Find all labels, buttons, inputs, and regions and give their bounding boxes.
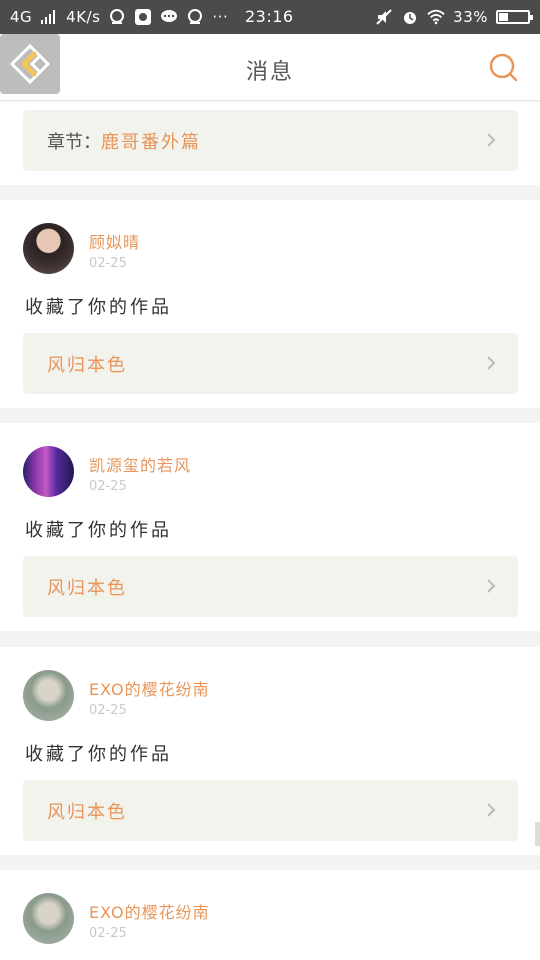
- action-text: 收藏了你的作品: [25, 744, 172, 765]
- chevron-right-icon: [487, 803, 496, 817]
- more-notifications-icon: ···: [212, 8, 229, 26]
- message-item: 顾姒晴 02-25 收藏了你的作品 风归本色: [0, 200, 540, 408]
- chevron-right-icon: [487, 579, 496, 593]
- message-date: 02-25: [89, 926, 127, 941]
- qq-icon-2: [186, 8, 204, 26]
- chapter-label: 章节：: [47, 131, 101, 153]
- status-right: 33%: [375, 8, 533, 26]
- scrollbar[interactable]: [535, 822, 540, 846]
- clock: 23:16: [245, 7, 294, 26]
- avatar[interactable]: [23, 223, 74, 274]
- status-bar: 4G 4K/s ··· 23:16 33%: [0, 0, 540, 34]
- chevron-right-icon: [487, 133, 496, 147]
- status-left: 4G 4K/s ···: [10, 8, 228, 26]
- work-title: 风归本色: [47, 354, 127, 376]
- message-item: 凯源玺的若风 02-25 收藏了你的作品 风归本色: [0, 423, 540, 631]
- page-title: 消息: [245, 60, 294, 85]
- signal-bars-icon: [40, 8, 58, 26]
- work-link[interactable]: 风归本色: [23, 780, 518, 841]
- alarm-icon: [401, 8, 419, 26]
- action-text: 收藏了你的作品: [25, 297, 172, 318]
- work-title: 风归本色: [47, 801, 127, 823]
- mute-icon: [375, 8, 393, 26]
- app-notification-icon: [134, 8, 152, 26]
- battery-level: [499, 13, 508, 21]
- chapter-link[interactable]: 章节： 鹿哥番外篇: [23, 110, 518, 171]
- message-date: 02-25: [89, 479, 127, 494]
- work-link[interactable]: 风归本色: [23, 556, 518, 617]
- username[interactable]: 凯源玺的若风: [89, 452, 191, 476]
- network-type: 4G: [10, 8, 33, 26]
- qq-icon: [108, 8, 126, 26]
- message-date: 02-25: [89, 703, 127, 718]
- chevron-right-icon: [487, 356, 496, 370]
- work-link[interactable]: 风归本色: [23, 333, 518, 394]
- message-item: EXO的樱花纷南 02-25 收藏了你的作品 风归本色: [0, 647, 540, 855]
- message-date: 02-25: [89, 256, 127, 271]
- battery-percent: 33%: [453, 8, 488, 26]
- search-icon[interactable]: [488, 52, 518, 82]
- avatar[interactable]: [23, 446, 74, 497]
- avatar[interactable]: [23, 893, 74, 944]
- battery-icon: [496, 10, 533, 24]
- username[interactable]: 顾姒晴: [89, 229, 140, 253]
- header: 消息: [0, 34, 540, 101]
- chapter-value: 鹿哥番外篇: [101, 131, 201, 153]
- network-speed: 4K/s: [66, 8, 101, 26]
- message-item: EXO的樱花纷南 02-25: [0, 870, 540, 960]
- chat-bubble-icon: [160, 8, 178, 26]
- work-title: 风归本色: [47, 577, 127, 599]
- wifi-icon: [427, 8, 445, 26]
- avatar[interactable]: [23, 670, 74, 721]
- chapter-section: 章节： 鹿哥番外篇: [0, 102, 540, 185]
- username[interactable]: EXO的樱花纷南: [89, 676, 210, 700]
- username[interactable]: EXO的樱花纷南: [89, 899, 210, 923]
- action-text: 收藏了你的作品: [25, 520, 172, 541]
